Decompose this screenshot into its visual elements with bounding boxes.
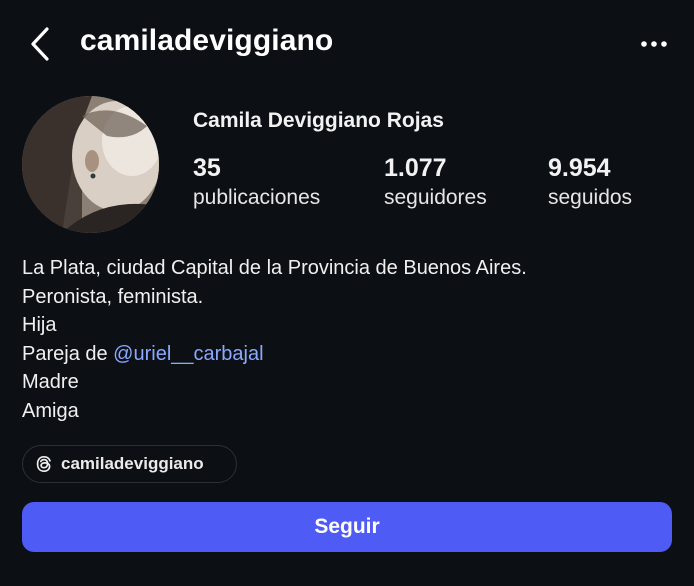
following-count: 9.954 <box>548 154 611 182</box>
threads-handle: camiladeviggiano <box>61 454 204 473</box>
follow-button-label: Seguir <box>314 515 380 538</box>
profile-screen: camiladeviggiano Camila Deviggiano Rojas… <box>0 0 694 586</box>
bio-line: Amiga <box>22 399 79 422</box>
avatar[interactable] <box>22 96 159 233</box>
bio-line-partner: Pareja de @uriel__carbajal <box>22 340 672 369</box>
more-options-button[interactable] <box>634 28 674 60</box>
threads-link[interactable]: camiladeviggiano <box>22 445 237 483</box>
threads-icon <box>36 455 51 473</box>
followers-count: 1.077 <box>384 154 447 182</box>
following-label: seguidos <box>548 186 633 209</box>
chevron-left-icon <box>31 27 49 61</box>
bio-line: Peronista, feminista. <box>22 285 204 308</box>
follow-button[interactable]: Seguir <box>22 502 672 552</box>
stat-following[interactable]: 9.954 seguidos <box>548 153 632 212</box>
header: camiladeviggiano <box>0 0 694 90</box>
posts-label: publicaciones <box>193 186 321 209</box>
bio-line: Hija <box>22 314 57 337</box>
profile-photo <box>22 96 159 233</box>
mention-link[interactable]: @uriel__carbajal <box>113 343 263 365</box>
bio-line: Madre <box>22 371 79 394</box>
bio-line: La Plata, ciudad Capital de la Provincia… <box>22 257 527 279</box>
posts-count: 35 <box>193 154 221 182</box>
more-horizontal-icon <box>641 41 667 47</box>
stat-posts[interactable]: 35 publicaciones <box>193 153 320 212</box>
back-button[interactable] <box>20 22 60 66</box>
bio: La Plata, ciudad Capital de la Provincia… <box>22 254 672 426</box>
profile-full-name: Camila Deviggiano Rojas <box>193 109 444 132</box>
page-title: camiladeviggiano <box>80 24 334 57</box>
stat-followers[interactable]: 1.077 seguidores <box>384 153 487 212</box>
followers-label: seguidores <box>384 186 487 209</box>
bio-partner-prefix: Pareja de <box>22 342 114 365</box>
